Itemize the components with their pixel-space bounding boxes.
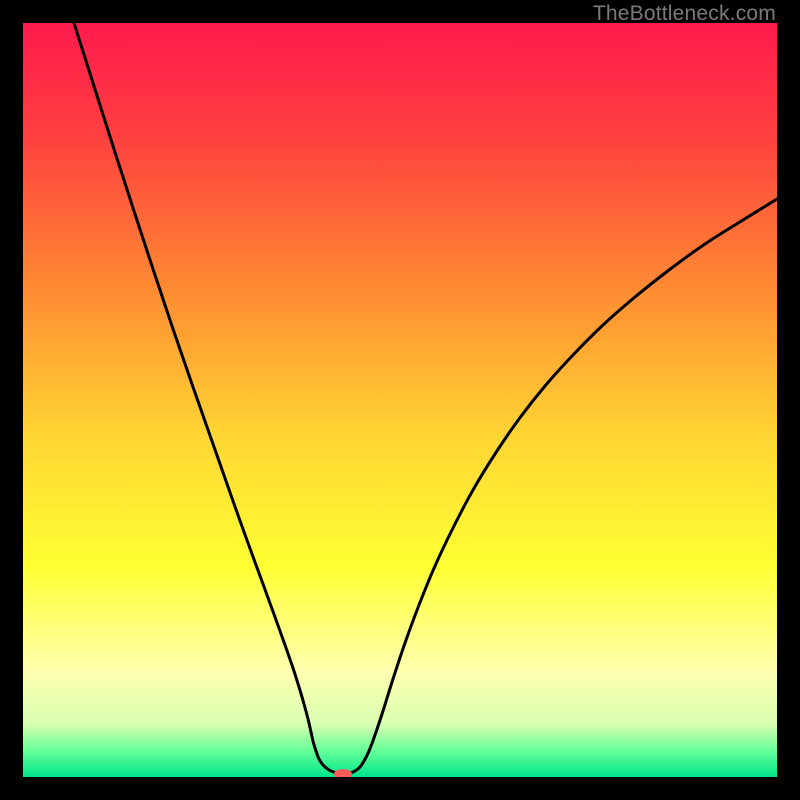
watermark-text: TheBottleneck.com bbox=[593, 2, 776, 26]
plot-background bbox=[23, 23, 777, 777]
bottleneck-plot bbox=[23, 23, 777, 777]
chart-frame bbox=[23, 23, 777, 777]
